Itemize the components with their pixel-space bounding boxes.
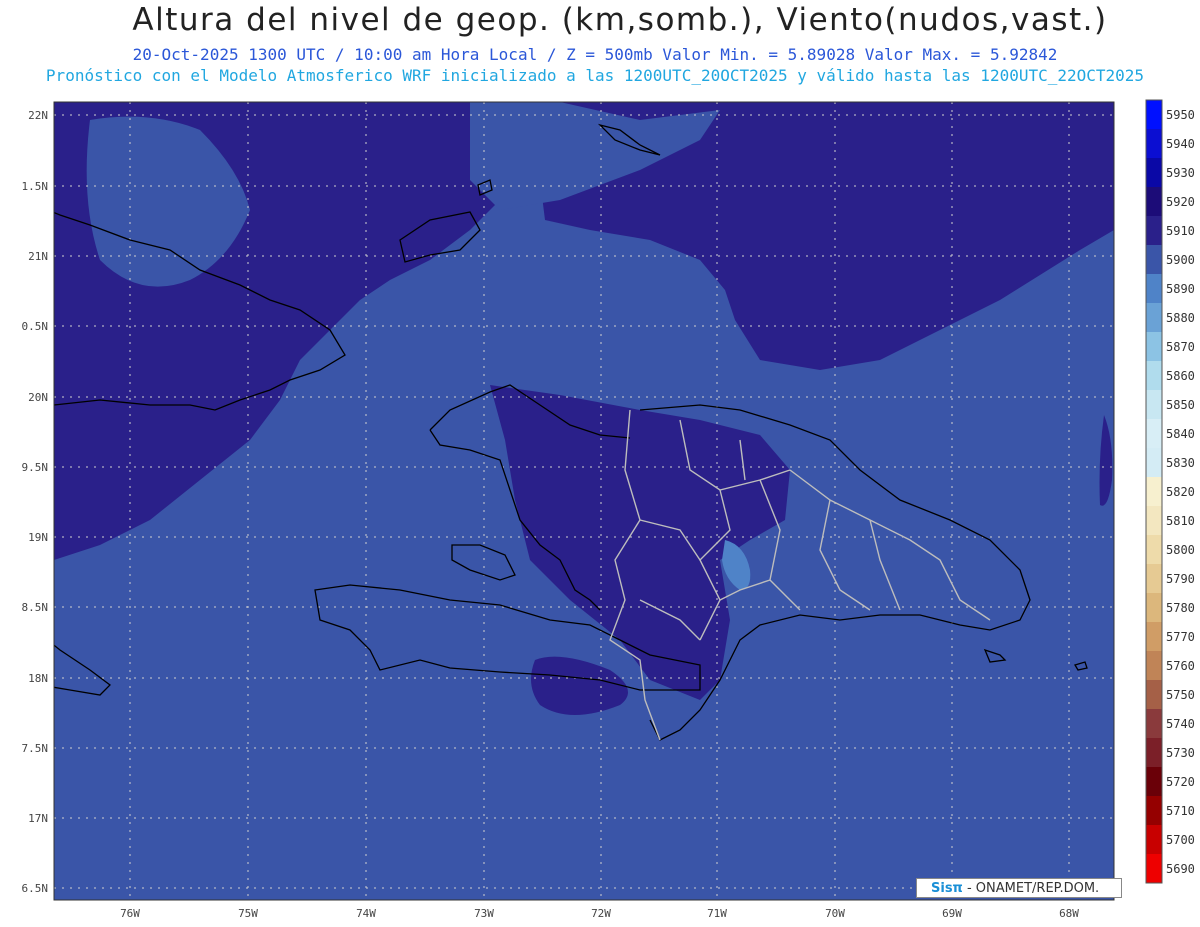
colorbar-label: 5770 [1166,630,1195,644]
colorbar-label: 5920 [1166,195,1195,209]
lat-label: 21N [28,250,48,263]
colorbar-label: 5760 [1166,659,1195,673]
lat-label: 6.5N [22,882,49,895]
lat-label: 22N [28,109,48,122]
lon-label: 71W [707,907,727,920]
colorbar-swatch [1146,187,1162,216]
colorbar-label: 5890 [1166,282,1195,296]
colorbar-label: 5910 [1166,224,1195,238]
colorbar-label: 5940 [1166,137,1195,151]
colorbar-label: 5780 [1166,601,1195,615]
colorbar-label: 5720 [1166,775,1195,789]
colorbar-label: 5950 [1166,108,1195,122]
colorbar-swatch [1146,245,1162,274]
colorbar-swatch [1146,390,1162,419]
lat-label: 0.5N [22,320,49,333]
colorbar-label: 5860 [1166,369,1195,383]
lon-label: 72W [591,907,611,920]
lon-label: 74W [356,907,376,920]
colorbar-swatch [1146,738,1162,767]
lon-label: 73W [474,907,494,920]
colorbar-swatch [1146,767,1162,796]
colorbar: 5950 5940 5930 5920 5910 5900 5890 5880 5870 5860… [1145,99,1195,884]
colorbar-swatch [1146,796,1162,825]
colorbar-swatch [1146,535,1162,564]
colorbar-swatch [1146,448,1162,477]
lat-label: 1.5N [22,180,49,193]
colorbar-label: 5820 [1166,485,1195,499]
colorbar-label: 5800 [1166,543,1195,557]
colorbar-swatch [1146,651,1162,680]
colorbar-swatch [1146,854,1162,883]
colorbar-label: 5740 [1166,717,1195,731]
colorbar-label: 5830 [1166,456,1195,470]
map-area [54,102,1114,900]
colorbar-label: 5710 [1166,804,1195,818]
lat-label: 7.5N [22,742,49,755]
colorbar-label: 5850 [1166,398,1195,412]
colorbar-swatch [1146,593,1162,622]
colorbar-swatch [1146,564,1162,593]
colorbar-label: 5700 [1166,833,1195,847]
credit-text: - ONAMET/REP.DOM. [966,881,1100,896]
colorbar-label: 5900 [1166,253,1195,267]
colorbar-swatch [1146,158,1162,187]
colorbar-swatch [1146,709,1162,738]
colorbar-swatch [1146,419,1162,448]
colorbar-label: 5840 [1166,427,1195,441]
colorbar-swatch [1146,622,1162,651]
lon-label: 70W [825,907,845,920]
lon-label: 76W [120,907,140,920]
colorbar-swatch [1146,680,1162,709]
lon-label: 69W [942,907,962,920]
colorbar-label: 5810 [1166,514,1195,528]
colorbar-label: 5930 [1166,166,1195,180]
lat-label: 19N [28,531,48,544]
credit-box: Sisπ - ONAMET/REP.DOM. [916,878,1122,898]
lon-label: 68W [1059,907,1079,920]
colorbar-swatch [1146,303,1162,332]
lat-axis: 22N 1.5N 21N 0.5N 20N 9.5N 19N 8.5N 18N … [22,109,49,895]
lat-label: 20N [28,391,48,404]
colorbar-swatch [1146,129,1162,158]
colorbar-swatch [1146,274,1162,303]
colorbar-label: 5790 [1166,572,1195,586]
colorbar-swatch [1146,506,1162,535]
colorbar-swatch [1146,361,1162,390]
colorbar-label: 5730 [1166,746,1195,760]
colorbar-label: 5690 [1166,862,1195,876]
colorbar-swatch [1146,332,1162,361]
lat-label: 18N [28,672,48,685]
colorbar-swatch [1146,477,1162,506]
lat-label: 9.5N [22,461,49,474]
map-figure: 22N 1.5N 21N 0.5N 20N 9.5N 19N 8.5N 18N … [22,99,1195,920]
lat-label: 17N [28,812,48,825]
credit-brand: Sisπ [931,881,963,896]
lon-axis: 76W 75W 74W 73W 72W 71W 70W 69W 68W [120,907,1079,920]
colorbar-swatch [1146,216,1162,245]
colorbar-label: 5880 [1166,311,1195,325]
colorbar-swatch [1146,825,1162,854]
colorbar-swatch [1146,100,1162,129]
colorbar-label: 5870 [1166,340,1195,354]
lon-label: 75W [238,907,258,920]
lat-label: 8.5N [22,601,49,614]
colorbar-label: 5750 [1166,688,1195,702]
